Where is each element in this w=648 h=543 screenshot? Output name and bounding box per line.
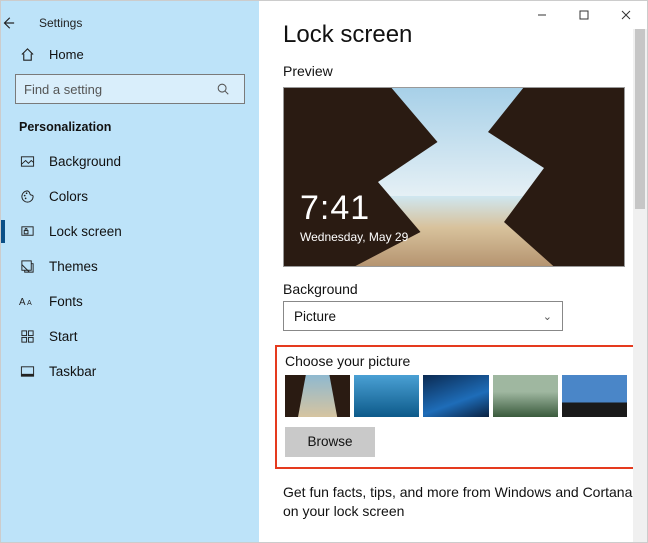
- sidebar-item-label: Start: [49, 329, 78, 344]
- background-label: Background: [283, 281, 623, 297]
- choose-picture-label: Choose your picture: [285, 353, 627, 369]
- picture-thumb[interactable]: [423, 375, 488, 417]
- sidebar-item-label: Colors: [49, 189, 88, 204]
- dropdown-value: Picture: [294, 309, 336, 324]
- picture-thumb[interactable]: [493, 375, 558, 417]
- svg-text:A: A: [27, 299, 32, 307]
- lock-screen-preview: 7:41 Wednesday, May 29: [283, 87, 625, 267]
- picture-thumb[interactable]: [354, 375, 419, 417]
- picture-thumb[interactable]: [562, 375, 627, 417]
- sidebar-item-label: Themes: [49, 259, 98, 274]
- sidebar-item-start[interactable]: Start: [1, 319, 259, 354]
- fonts-icon: AA: [19, 294, 35, 309]
- background-dropdown[interactable]: Picture ⌄: [283, 301, 563, 331]
- browse-button[interactable]: Browse: [285, 427, 375, 457]
- sidebar: Settings Home Personalization Background: [1, 1, 259, 542]
- preview-label: Preview: [283, 63, 623, 79]
- scroll-thumb[interactable]: [635, 29, 645, 209]
- sidebar-home-label: Home: [49, 47, 84, 62]
- taskbar-icon: [19, 364, 35, 379]
- preview-time: 7:41: [300, 189, 408, 228]
- start-icon: [19, 329, 35, 344]
- sidebar-item-label: Background: [49, 154, 121, 169]
- themes-icon: [19, 259, 35, 274]
- sidebar-item-label: Taskbar: [49, 364, 96, 379]
- lock-screen-icon: [19, 224, 35, 239]
- palette-icon: [19, 189, 35, 204]
- maximize-button[interactable]: [563, 1, 605, 29]
- back-button[interactable]: [1, 16, 33, 30]
- sidebar-home[interactable]: Home: [1, 37, 259, 70]
- sidebar-item-label: Fonts: [49, 294, 83, 309]
- app-title: Settings: [39, 16, 82, 30]
- sidebar-item-lock-screen[interactable]: Lock screen: [1, 214, 259, 249]
- picture-thumb[interactable]: [285, 375, 350, 417]
- picture-thumbnails: [285, 375, 627, 417]
- content-area: Lock screen Preview 7:41 Wednesday, May …: [259, 1, 647, 542]
- preview-date: Wednesday, May 29: [300, 230, 408, 244]
- sidebar-section: Personalization: [1, 114, 259, 144]
- minimize-button[interactable]: [521, 1, 563, 29]
- sidebar-item-fonts[interactable]: AA Fonts: [1, 284, 259, 319]
- home-icon: [19, 47, 35, 62]
- svg-text:A: A: [19, 297, 26, 308]
- scrollbar[interactable]: [633, 29, 647, 542]
- chevron-down-icon: ⌄: [543, 310, 552, 323]
- choose-picture-section: Choose your picture Browse: [275, 345, 637, 469]
- sidebar-item-label: Lock screen: [49, 224, 122, 239]
- sidebar-item-themes[interactable]: Themes: [1, 249, 259, 284]
- search-icon: [216, 82, 244, 96]
- sidebar-item-colors[interactable]: Colors: [1, 179, 259, 214]
- close-button[interactable]: [605, 1, 647, 29]
- preview-clock: 7:41 Wednesday, May 29: [300, 189, 408, 244]
- sidebar-item-taskbar[interactable]: Taskbar: [1, 354, 259, 389]
- footer-text: Get fun facts, tips, and more from Windo…: [283, 483, 643, 521]
- search-input-wrap[interactable]: [15, 74, 245, 104]
- sidebar-nav: Background Colors Lock screen Themes AA …: [1, 144, 259, 389]
- picture-icon: [19, 154, 35, 169]
- search-input[interactable]: [16, 82, 216, 97]
- sidebar-item-background[interactable]: Background: [1, 144, 259, 179]
